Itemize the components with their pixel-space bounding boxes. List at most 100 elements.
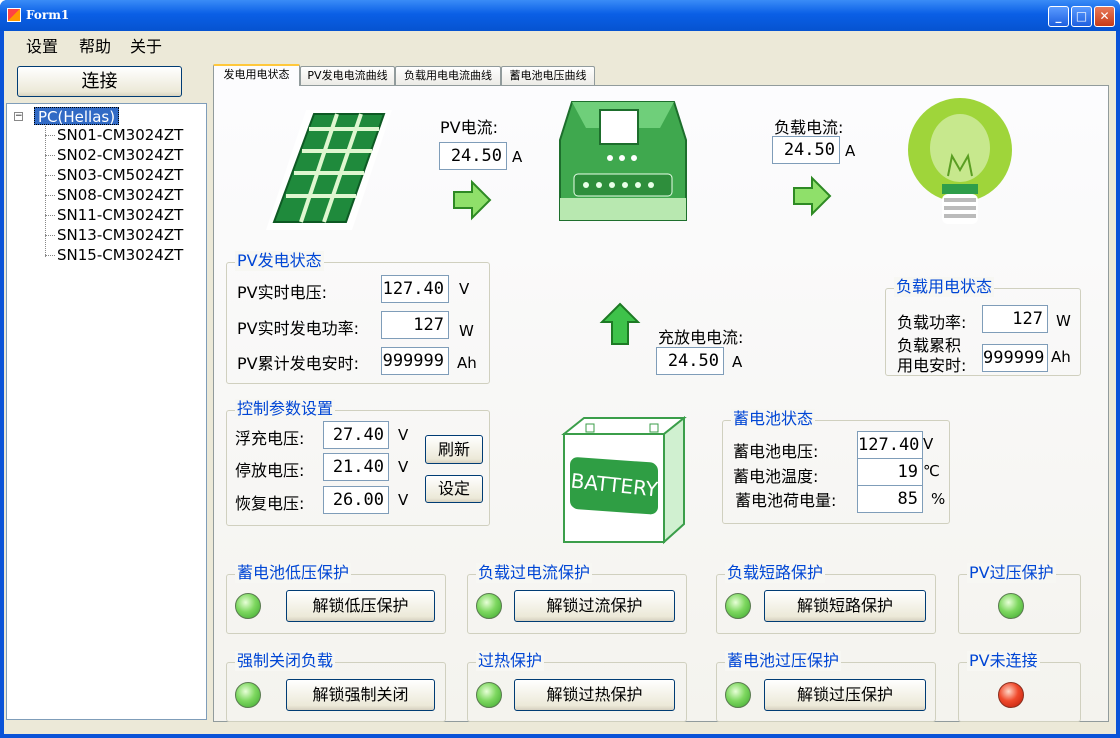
protection-group: PV未连接 <box>958 651 1081 722</box>
recover-voltage-input[interactable]: 26.00 <box>323 486 389 514</box>
status-led <box>725 593 751 619</box>
tab-load-current-curve[interactable]: 负载用电电流曲线 <box>395 66 501 85</box>
battery-charge-value: 85 <box>857 485 923 513</box>
load-current-value: 24.50 <box>772 136 840 164</box>
title-bar[interactable]: Form1 _ □ ✕ <box>0 0 1120 31</box>
battery-charge-label: 蓄电池荷电量: <box>735 491 837 510</box>
load-power-unit: W <box>1056 312 1071 330</box>
status-led <box>476 682 502 708</box>
status-led <box>725 682 751 708</box>
protection-group: 负载过电流保护 解锁过流保护 <box>467 563 687 634</box>
tab-power-status[interactable]: 发电用电状态 <box>213 64 300 86</box>
menu-bar: 设置 帮助 关于 <box>4 31 1116 57</box>
load-current-unit: A <box>845 142 856 160</box>
battery-temp-value: 19 <box>857 458 923 486</box>
protection-group: 强制关闭负载 解锁强制关闭 <box>226 651 446 722</box>
menu-settings[interactable]: 设置 <box>26 33 58 57</box>
pv-power-label: PV实时发电功率: <box>237 319 359 338</box>
float-voltage-input[interactable]: 27.40 <box>323 421 389 449</box>
tab-pv-current-curve[interactable]: PV发电电流曲线 <box>300 66 395 85</box>
menu-help[interactable]: 帮助 <box>79 33 111 57</box>
unlock-force-off-button[interactable]: 解锁强制关闭 <box>286 679 435 711</box>
recover-voltage-label: 恢复电压: <box>235 494 305 513</box>
protection-title: 负载过电流保护 <box>476 563 593 583</box>
battery-temp-unit: ℃ <box>923 462 940 480</box>
status-led <box>476 593 502 619</box>
tree-item[interactable]: SN03-CM5024ZT <box>44 166 183 184</box>
unlock-low-voltage-button[interactable]: 解锁低压保护 <box>286 590 435 622</box>
battery-status-group: 蓄电池状态 蓄电池电压: 127.40 V 蓄电池温度: 19 ℃ 蓄电池荷电量… <box>722 409 950 524</box>
unlock-overvoltage-button[interactable]: 解锁过压保护 <box>764 679 926 711</box>
tree-item[interactable]: SN15-CM3024ZT <box>44 246 183 264</box>
pv-status-title: PV发电状态 <box>235 251 324 271</box>
battery-icon: BATTERY <box>561 416 687 545</box>
pv-power-value: 127 <box>381 311 449 339</box>
status-led <box>235 593 261 619</box>
tree-item[interactable]: SN02-CM3024ZT <box>44 146 183 164</box>
tree-item[interactable]: SN01-CM3024ZT <box>44 126 183 144</box>
app-window: Form1 _ □ ✕ 设置 帮助 关于 连接 − PC(Hellas) SN0… <box>0 0 1120 738</box>
recover-voltage-unit: V <box>398 491 409 509</box>
protection-group: 负载短路保护 解锁短路保护 <box>716 563 936 634</box>
pv-current-label: PV电流: <box>440 118 498 137</box>
connect-button[interactable]: 连接 <box>17 66 182 97</box>
battery-charge-unit: % <box>931 490 946 508</box>
pv-voltage-label: PV实时电压: <box>237 283 327 302</box>
minimize-button[interactable]: _ <box>1048 6 1069 27</box>
battery-voltage-label: 蓄电池电压: <box>733 442 819 461</box>
tab-strip: 发电用电状态 PV发电电流曲线 负载用电电流曲线 蓄电池电压曲线 <box>213 64 1109 86</box>
battery-temp-label: 蓄电池温度: <box>733 467 819 486</box>
load-status-title: 负载用电状态 <box>894 277 995 297</box>
tree-item[interactable]: SN13-CM3024ZT <box>44 226 183 244</box>
protection-title: 蓄电池低压保护 <box>235 563 352 583</box>
float-voltage-unit: V <box>398 426 409 444</box>
pv-power-unit: W <box>459 322 474 340</box>
pv-voltage-unit: V <box>459 280 470 298</box>
load-power-label: 负载功率: <box>897 313 967 332</box>
pv-voltage-value: 127.40 <box>381 275 449 303</box>
unlock-overheat-button[interactable]: 解锁过热保护 <box>514 679 675 711</box>
pv-ah-unit: Ah <box>457 354 477 372</box>
protection-group: PV过压保护 <box>958 563 1081 634</box>
light-bulb-icon <box>908 98 1012 224</box>
tree-collapse-icon[interactable]: − <box>14 112 23 121</box>
arrow-up-icon <box>599 302 641 345</box>
window-title: Form1 <box>26 8 70 22</box>
close-button[interactable]: ✕ <box>1094 6 1115 27</box>
protection-group: 过热保护 解锁过热保护 <box>467 651 687 722</box>
app-icon <box>7 8 21 22</box>
stop-voltage-unit: V <box>398 458 409 476</box>
tab-page-power-status: PV电流: 24.50 A 负载电流: 24.50 A PV发电状态 PV实时电… <box>213 85 1109 722</box>
maximize-button[interactable]: □ <box>1071 6 1092 27</box>
tree-item[interactable]: SN11-CM3024ZT <box>44 206 183 224</box>
protection-title: 强制关闭负载 <box>235 651 336 671</box>
protection-title: 负载短路保护 <box>725 563 826 583</box>
solar-panel-icon <box>266 110 392 230</box>
pv-current-value: 24.50 <box>439 142 507 170</box>
menu-about[interactable]: 关于 <box>130 33 162 57</box>
protection-title: 蓄电池过压保护 <box>725 651 842 671</box>
device-tree[interactable]: − PC(Hellas) SN01-CM3024ZT SN02-CM3024ZT… <box>6 103 207 720</box>
load-status-group: 负载用电状态 负载功率: 127 W 负载累积 用电安时: 999999 Ah <box>885 277 1081 376</box>
tree-line <box>45 126 46 257</box>
protection-title: PV过压保护 <box>967 563 1056 583</box>
refresh-button[interactable]: 刷新 <box>425 435 483 464</box>
tree-item[interactable]: SN08-CM3024ZT <box>44 186 183 204</box>
status-led <box>235 682 261 708</box>
status-led <box>998 593 1024 619</box>
charge-current-label: 充放电电流: <box>658 328 744 347</box>
battery-status-title: 蓄电池状态 <box>731 409 816 429</box>
set-button[interactable]: 设定 <box>425 475 483 503</box>
tab-battery-voltage-curve[interactable]: 蓄电池电压曲线 <box>501 66 595 85</box>
stop-voltage-input[interactable]: 21.40 <box>323 453 389 481</box>
tree-root-node[interactable]: PC(Hellas) <box>34 107 120 126</box>
arrow-right-icon <box>453 179 492 221</box>
unlock-overcurrent-button[interactable]: 解锁过流保护 <box>514 590 675 622</box>
battery-voltage-unit: V <box>923 435 934 453</box>
pv-status-group: PV发电状态 PV实时电压: 127.40 V PV实时发电功率: 127 W … <box>226 251 490 384</box>
control-params-title: 控制参数设置 <box>235 399 336 419</box>
unlock-short-circuit-button[interactable]: 解锁短路保护 <box>764 590 926 622</box>
pv-ah-value: 999999 <box>381 347 449 375</box>
control-params-group: 控制参数设置 浮充电压: 27.40 V 停放电压: 21.40 V 恢复电压:… <box>226 399 490 526</box>
pv-current-unit: A <box>512 148 523 166</box>
